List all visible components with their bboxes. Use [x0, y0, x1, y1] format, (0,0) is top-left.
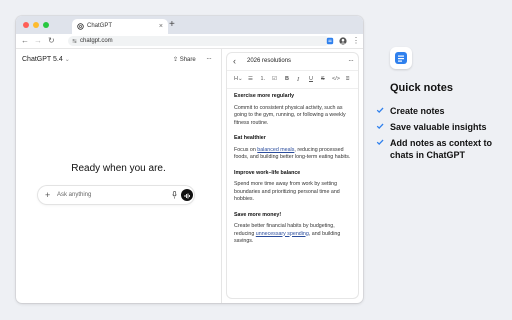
note-heading: Save more money!: [234, 211, 282, 218]
chevron-down-icon: ⌄: [64, 57, 70, 63]
reload-icon[interactable]: ↻: [48, 34, 55, 48]
share-button[interactable]: ⇪ Share: [173, 56, 196, 63]
tab-chatgpt[interactable]: ChatGPT ×: [72, 19, 168, 34]
code-button[interactable]: </>: [332, 71, 340, 88]
model-name: ChatGPT 5.4: [22, 56, 63, 63]
share-icon: ⇪: [173, 57, 179, 63]
more-options-icon[interactable]: ···: [206, 54, 212, 63]
underline-button[interactable]: U: [309, 71, 313, 88]
tab-close-icon[interactable]: ×: [159, 19, 163, 34]
strikethrough-button[interactable]: S: [321, 71, 325, 88]
chatgpt-favicon-icon: [77, 23, 84, 30]
checkmark-icon: [376, 139, 384, 145]
note-header: ‹ 2026 resolutions ···: [227, 53, 358, 71]
note-editor: ‹ 2026 resolutions ··· H⌄ ☰ ⒈ ☑ B I U S …: [226, 52, 359, 299]
tab-bar: ChatGPT × +: [16, 16, 363, 34]
promo-panel: Quick notes Create notes Save valuable i…: [376, 0, 512, 320]
close-window-button[interactable]: [23, 22, 29, 28]
note-heading: Eat healthier: [234, 135, 266, 141]
note-heading: Improve work–life balance: [234, 169, 301, 176]
note-paragraph: Create better financial habits by budget…: [234, 223, 341, 244]
note-paragraph: Spend more time away from work by settin…: [234, 181, 340, 202]
italic-button[interactable]: I: [297, 71, 299, 88]
share-label: Share: [179, 57, 196, 63]
forward-arrow-icon[interactable]: →: [34, 34, 42, 48]
format-toolbar: H⌄ ☰ ⒈ ☑ B I U S </> ⌸ 🔗︎: [227, 71, 358, 89]
notes-pane: ‹ 2026 resolutions ··· H⌄ ☰ ⒈ ☑ B I U S …: [222, 49, 363, 303]
heading-button[interactable]: H⌄: [234, 71, 243, 88]
page-content: ChatGPT 5.4 ⌄ ⇪ Share ··· Ready when you…: [16, 49, 363, 303]
minimize-window-button[interactable]: [33, 22, 39, 28]
browser-menu-icon[interactable]: ⋮: [352, 34, 360, 48]
address-bar: ← → ↻ chatgpt.com ⋮: [16, 34, 363, 49]
checkmark-icon: [376, 107, 384, 113]
note-link[interactable]: unnecessary spending: [256, 231, 309, 237]
note-title[interactable]: 2026 resolutions: [247, 53, 291, 70]
back-chevron-icon[interactable]: ‹: [233, 53, 236, 70]
maximize-window-button[interactable]: [43, 22, 49, 28]
new-tab-button[interactable]: +: [169, 18, 175, 32]
quick-notes-app-icon: [390, 47, 412, 69]
link-icon[interactable]: 🔗︎: [358, 71, 359, 88]
ask-placeholder: Ask anything: [57, 192, 92, 198]
browser-window: ChatGPT × + ← → ↻ chatgpt.com ⋮ ChatGPT …: [16, 16, 363, 303]
waveform-icon: [184, 193, 190, 199]
url-field[interactable]: chatgpt.com: [68, 36, 330, 46]
ask-input[interactable]: + Ask anything: [38, 186, 194, 204]
chat-headline: Ready when you are.: [71, 163, 166, 174]
tab-title: ChatGPT: [87, 23, 113, 29]
bullet-list-icon[interactable]: ☰: [248, 71, 253, 88]
model-selector[interactable]: ChatGPT 5.4 ⌄: [22, 56, 70, 63]
note-link[interactable]: balanced meals: [257, 147, 294, 153]
promo-title: Quick notes: [390, 82, 453, 94]
microphone-icon[interactable]: [172, 191, 177, 199]
url-text: chatgpt.com: [80, 38, 113, 44]
code-block-icon[interactable]: ⌸: [346, 71, 349, 88]
voice-mode-button[interactable]: [181, 189, 193, 201]
note-paragraph: Commit to consistent physical activity, …: [234, 104, 346, 126]
site-info-icon[interactable]: [72, 38, 77, 44]
note-paragraph: Focus on balanced meals, reducing proces…: [234, 146, 351, 161]
quick-notes-extension-icon[interactable]: [326, 37, 334, 45]
checklist-icon[interactable]: ☑: [272, 71, 277, 88]
note-more-icon[interactable]: ···: [348, 53, 354, 68]
checkmark-icon: [376, 123, 384, 129]
note-body[interactable]: Exercise more regularly Commit to consis…: [234, 93, 351, 254]
profile-icon[interactable]: [339, 37, 347, 45]
back-arrow-icon[interactable]: ←: [21, 34, 29, 48]
note-heading: Exercise more regularly: [234, 93, 295, 99]
numbered-list-icon[interactable]: ⒈: [260, 71, 266, 88]
bold-button[interactable]: B: [285, 71, 289, 88]
chat-pane: ChatGPT 5.4 ⌄ ⇪ Share ··· Ready when you…: [16, 49, 221, 303]
add-attachment-icon[interactable]: +: [45, 186, 50, 204]
